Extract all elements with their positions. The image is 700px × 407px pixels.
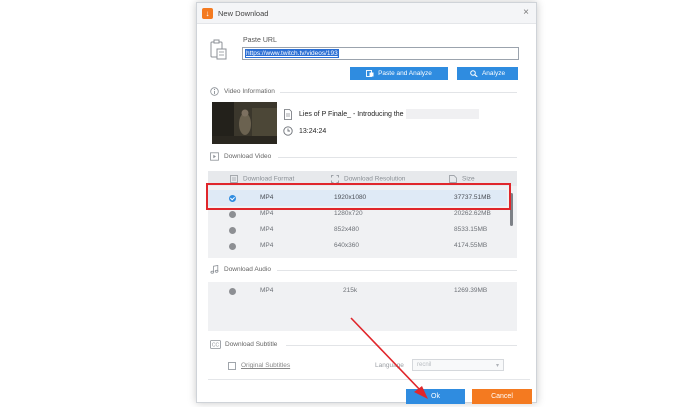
original-subtitles-label[interactable]: Original Subtitles [241, 362, 290, 369]
close-button[interactable]: × [523, 7, 529, 18]
row-resolution: 1280x720 [334, 210, 363, 217]
title-bar: ↓ New Download × [197, 3, 536, 24]
paste-and-analyze-button[interactable]: Paste and Analyze [350, 67, 448, 80]
ok-button[interactable]: Ok [406, 389, 465, 404]
resolution-icon [331, 175, 339, 183]
video-title: Lies of P Finale_ - Introducing the D [299, 111, 411, 118]
row-format: MP4 [260, 226, 274, 233]
download-video-header: Download Video [210, 152, 519, 162]
paste-url-label: Paste URL [243, 37, 277, 44]
original-subtitles-checkbox[interactable] [228, 362, 236, 370]
video-info-header: Video Information [210, 87, 519, 97]
download-audio-label: Download Audio [224, 266, 271, 273]
clipboard-link-icon [210, 39, 227, 60]
redacted-area [406, 109, 479, 119]
row-resolution: 852x480 [334, 226, 359, 233]
column-format: Download Format [230, 175, 294, 183]
column-size-label: Size [462, 175, 475, 183]
url-input-value: https://www.twitch.tv/videos/193 [245, 49, 339, 58]
row-resolution: 640x360 [334, 242, 359, 249]
download-subtitle-header: CC Download Subtitle [210, 340, 519, 350]
chevron-down-icon: ▾ [495, 363, 499, 369]
cc-icon: CC [210, 340, 221, 349]
divider [286, 345, 517, 346]
row-size: 4174.55MB [454, 242, 488, 249]
analyze-button[interactable]: Analyze [457, 67, 518, 80]
dialog-title: New Download [218, 9, 269, 18]
row-format: MP4 [260, 242, 274, 249]
analyze-label: Analyze [481, 70, 506, 77]
language-value: recnil [417, 362, 432, 368]
video-icon [210, 152, 219, 161]
column-resolution-label: Download Resolution [344, 175, 406, 183]
video-format-row[interactable]: MP4 852x480 8533.15MB [208, 222, 507, 238]
audio-radio[interactable] [229, 288, 236, 295]
audio-bitrate: 215k [343, 287, 358, 294]
column-format-label: Download Format [243, 175, 295, 183]
video-format-row[interactable]: MP4 640x360 4174.55MB [208, 238, 507, 254]
row-size: 8533.15MB [454, 226, 488, 233]
column-resolution: Download Resolution [331, 175, 405, 183]
audio-size: 1269.39MB [454, 287, 488, 294]
svg-text:CC: CC [212, 343, 220, 349]
download-audio-header: Download Audio [210, 265, 519, 275]
cancel-button[interactable]: Cancel [472, 389, 532, 404]
format-radio[interactable] [229, 211, 236, 218]
row-format: MP4 [260, 210, 274, 217]
divider [280, 92, 517, 93]
file-icon [284, 109, 292, 120]
size-icon [449, 175, 457, 183]
format-radio[interactable] [229, 243, 236, 250]
language-select[interactable]: recnil ▾ [412, 359, 504, 371]
footer-divider [208, 379, 530, 380]
magnifier-icon [470, 69, 478, 77]
video-duration: 13:24:24 [299, 128, 327, 135]
column-size: Size [449, 175, 475, 183]
download-video-label: Download Video [224, 153, 272, 160]
divider [277, 270, 517, 271]
url-input[interactable]: https://www.twitch.tv/videos/193 [242, 47, 519, 60]
audio-format-row[interactable]: MP4 215k 1269.39MB [208, 283, 507, 299]
format-radio[interactable] [229, 227, 236, 234]
paste-and-analyze-label: Paste and Analyze [378, 70, 432, 77]
video-thumbnail [212, 102, 277, 144]
divider [278, 157, 517, 158]
music-note-icon [210, 265, 219, 274]
clock-icon [283, 126, 293, 136]
audio-format: MP4 [260, 287, 274, 294]
language-label: Language [375, 362, 404, 369]
info-icon [210, 87, 219, 96]
download-subtitle-label: Download Subtitle [225, 341, 278, 348]
selection-highlight-box [206, 183, 511, 210]
download-icon: ↓ [202, 8, 213, 19]
format-icon [230, 175, 238, 183]
row-size: 20262.62MB [454, 210, 491, 217]
video-info-label: Video Information [224, 88, 275, 95]
paste-icon [366, 69, 374, 77]
